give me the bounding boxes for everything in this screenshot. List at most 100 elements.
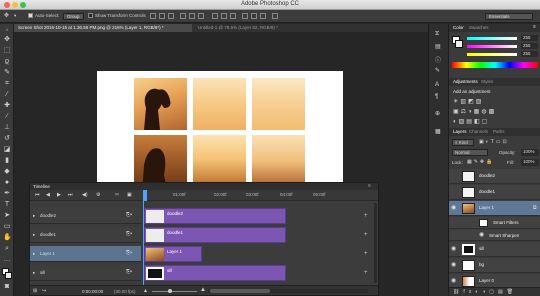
auto-align-icon[interactable] <box>272 13 278 19</box>
timeline-track-sill[interactable]: ▸ sill ⎘▾ <box>30 265 141 281</box>
layer-row-doodle1[interactable]: doodle1 <box>449 185 540 200</box>
distribute-hcenter-icon[interactable] <box>251 13 257 19</box>
auto-select-checkbox[interactable]: Auto-Select: <box>28 13 60 18</box>
film-icon[interactable]: ⎘▾ <box>126 269 132 275</box>
tool-preset-picker[interactable]: ▾ <box>14 13 16 19</box>
layer-row-smart-sharpen[interactable]: ◉ Smart Sharpen <box>449 230 540 241</box>
blue-value[interactable]: 255 <box>521 51 538 57</box>
distribute-bottom-icon[interactable] <box>230 13 236 19</box>
eraser-tool-icon[interactable]: ◪ <box>3 146 11 154</box>
visibility-eye-icon[interactable]: ◉ <box>451 278 458 284</box>
character-icon[interactable]: A <box>435 82 439 88</box>
move-tool-icon[interactable]: ✥ <box>3 36 11 44</box>
visibility-eye-icon[interactable]: ◉ <box>451 262 458 268</box>
red-slider[interactable] <box>467 37 517 40</box>
type-tool-icon[interactable]: T <box>3 201 11 209</box>
auto-select-dropdown[interactable]: Group <box>63 13 84 20</box>
background-swatch[interactable] <box>455 40 463 48</box>
distribute-vcenter-icon[interactable] <box>221 13 227 19</box>
panel-menu-icon[interactable]: ≡ <box>533 24 536 30</box>
red-value[interactable]: 255 <box>521 35 538 41</box>
visibility-eye-icon[interactable] <box>451 189 458 195</box>
tab-color[interactable]: Color <box>451 24 466 32</box>
distribute-right-icon[interactable] <box>260 13 266 19</box>
clip-layer-1[interactable]: Layer 1 <box>144 246 202 262</box>
settings-gear-icon[interactable]: ⚙ <box>96 192 100 198</box>
add-media-icon[interactable]: + <box>364 251 368 257</box>
tab-paths[interactable]: Paths <box>491 128 507 136</box>
horizontal-scrollbar-thumb[interactable] <box>210 289 270 293</box>
align-hcenter-icon[interactable] <box>189 13 195 19</box>
zoom-tool-icon[interactable]: ⌕ <box>3 245 11 253</box>
move-tool-icon[interactable]: ✥ <box>4 12 9 19</box>
align-left-icon[interactable] <box>180 13 186 19</box>
timeline-track-doodle2[interactable]: ▸ doodle2 ⎘▾ <box>30 208 141 224</box>
pen-tool-icon[interactable]: ✒ <box>3 190 11 198</box>
tab-layers[interactable]: Layers <box>451 128 469 136</box>
align-vcenter-icon[interactable] <box>159 13 165 19</box>
lock-icons[interactable]: ▦✎✥🔒 <box>467 159 494 165</box>
tab-swatches[interactable]: Swatches <box>467 24 491 32</box>
expand-arrow-icon[interactable]: ▸ <box>33 251 35 257</box>
layer-row-doodle2[interactable]: doodle2 <box>449 169 540 184</box>
tab-adjustments[interactable]: Adjustments <box>451 78 480 86</box>
marquee-tool-icon[interactable]: ⬚ <box>3 47 11 55</box>
film-icon[interactable]: ⎘▾ <box>126 212 132 218</box>
clip-doodle2[interactable]: doodle2 <box>144 208 286 224</box>
blend-mode-dropdown[interactable]: Normal <box>452 149 488 156</box>
layer-filter-dropdown[interactable]: ⌕ Kind <box>452 139 474 146</box>
distribute-top-icon[interactable] <box>212 13 218 19</box>
add-media-icon[interactable]: + <box>364 270 368 276</box>
add-media-icon[interactable]: + <box>364 213 368 219</box>
toolbar-collapse-icon[interactable]: » <box>3 26 11 34</box>
more-tools-icon[interactable]: … <box>3 256 11 264</box>
expand-arrow-icon[interactable]: ▸ <box>33 232 35 238</box>
blur-tool-icon[interactable]: ◆ <box>3 168 11 176</box>
layer-row-sill[interactable]: ◉ sill <box>449 242 540 257</box>
document-canvas[interactable] <box>97 71 343 194</box>
timeline-track-doodle1[interactable]: ▸ doodle1 ⎘▾ <box>30 227 141 243</box>
zoom-out-mountain-icon[interactable]: ▲ <box>143 288 148 294</box>
opacity-field[interactable]: 100% <box>521 149 539 156</box>
film-icon[interactable]: ⎘▾ <box>126 231 132 237</box>
clone-stamp-tool-icon[interactable]: ⊥ <box>3 124 11 132</box>
tab-untitled-1[interactable]: Untitled-1 @ 78.5% (Layer 82, RGB/8) * <box>194 24 304 32</box>
visibility-eye-icon[interactable]: ◉ <box>479 232 486 238</box>
expand-arrow-icon[interactable]: ▸ <box>33 213 35 219</box>
history-brush-tool-icon[interactable]: ↺ <box>3 135 11 143</box>
eyedropper-tool-icon[interactable]: ⁄ <box>3 91 11 99</box>
play-icon[interactable]: ▶ <box>57 192 61 198</box>
path-selection-tool-icon[interactable]: ➤ <box>3 212 11 220</box>
layer-row-bg[interactable]: ◉ bg <box>449 258 540 273</box>
clip-doodle1[interactable]: doodle1 <box>144 227 286 243</box>
clone-source-icon[interactable]: ⊕ <box>435 110 440 117</box>
next-frame-icon[interactable]: ⏭ <box>68 192 73 198</box>
tab-styles[interactable]: Styles <box>479 78 495 86</box>
layer-row-smart-filters[interactable]: Smart Filters <box>449 217 540 229</box>
info-icon[interactable]: ⓘ <box>435 55 441 64</box>
previous-frame-icon[interactable]: ◀ <box>46 192 50 198</box>
align-bottom-icon[interactable] <box>168 13 174 19</box>
transition-icon[interactable]: ▣ <box>127 192 132 198</box>
quick-mask-icon[interactable]: ◙ <box>3 283 11 291</box>
expand-arrow-icon[interactable]: ▸ <box>33 270 35 276</box>
distribute-left-icon[interactable] <box>242 13 248 19</box>
adjustment-row-3-icons[interactable]: ◐▧▤◧▢ <box>453 118 489 125</box>
healing-brush-tool-icon[interactable]: ✚ <box>3 102 11 110</box>
layer-footer-icons[interactable]: ⛓fx◐◑▢▤🗑 <box>453 289 517 295</box>
playhead-marker[interactable] <box>143 190 147 201</box>
panel-menu-icon[interactable]: ≡ <box>368 183 371 189</box>
timeline-scrollbar[interactable] <box>374 203 377 283</box>
adjustment-row-1-icons[interactable]: ☀▥◩▨ <box>453 98 483 105</box>
clip-sill[interactable]: sill <box>144 265 286 281</box>
visibility-eye-icon[interactable]: ◉ <box>451 246 458 252</box>
convert-frames-icon[interactable]: ⊞ <box>33 288 37 294</box>
add-media-icon[interactable]: + <box>364 232 368 238</box>
render-icon[interactable]: ↪ <box>42 288 46 294</box>
align-right-icon[interactable] <box>198 13 204 19</box>
shape-tool-icon[interactable]: ▭ <box>3 223 11 231</box>
film-icon[interactable]: ⎘▾ <box>126 250 132 256</box>
gradient-tool-icon[interactable]: ▮ <box>3 157 11 165</box>
workspace-dropdown[interactable]: Essentials <box>485 13 533 20</box>
tab-screen-shot[interactable]: Screen Shot 2016-10-15 at 1.30.56 PM.png… <box>14 24 192 32</box>
